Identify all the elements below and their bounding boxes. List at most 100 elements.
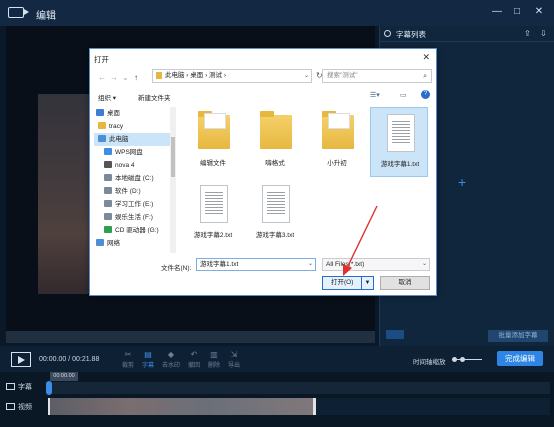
tool-crop[interactable]: ✂ 裁剪 (119, 350, 137, 369)
batch-add-subtitle-button[interactable]: 批量添加字幕 (488, 330, 548, 342)
search-icon: ⌕ (423, 73, 427, 80)
nav-item[interactable]: 学习工作 (E:) (94, 198, 172, 211)
subtitle-panel-title: 字幕列表 (396, 30, 426, 39)
file-item[interactable]: 游戏字幕3.txt (246, 179, 304, 249)
nav-item[interactable]: WPS网盘 (94, 146, 172, 159)
video-camera-icon (8, 7, 29, 18)
timeline-zoom-slider[interactable] (452, 357, 486, 362)
tool-label: 去水印 (162, 363, 181, 369)
cancel-button[interactable]: 取消 (380, 276, 430, 290)
nav-item[interactable]: 娱乐生活 (F:) (94, 211, 172, 224)
scissors-icon: ✂ (124, 350, 132, 359)
eraser-icon: ◆ (167, 350, 175, 359)
new-folder-button[interactable]: 新建文件夹 (138, 92, 171, 102)
timeline: 00:00.00 字幕 视频 (0, 372, 554, 427)
download-icon[interactable]: ⇩ (540, 29, 547, 38)
chevron-down-icon[interactable]: ⌄ (308, 259, 313, 270)
forward-arrow-icon[interactable]: → (110, 73, 118, 82)
open-button[interactable]: 打开(O) ▼ (322, 276, 374, 290)
dialog-title: 打开 (94, 55, 109, 64)
zoom-min-icon (452, 357, 457, 362)
dialog-close-button[interactable]: ✕ (422, 52, 430, 63)
play-button[interactable] (11, 352, 31, 367)
playhead-time: 00:00.00 (50, 372, 78, 381)
up-arrow-icon[interactable]: ↑ (134, 73, 138, 82)
filename-input[interactable]: 游戏字幕1.txt ⌄ (196, 258, 316, 271)
panel-small-button[interactable] (386, 330, 404, 339)
zoom-handle[interactable] (460, 357, 466, 362)
file-list: 编辑文件 嗨格式 小升初 游戏字幕1.txt 游戏字幕2.txt 游戏字幕3.txt (184, 107, 436, 253)
preview-pane-icon[interactable]: ▭ (400, 91, 407, 99)
subtitle-icon: ▤ (144, 350, 152, 359)
app-title: 编辑 (36, 11, 56, 22)
navigation-pane: 桌面 tracy 此电脑 WPS网盘 nova 4 本地磁盘 (C:) 软件 (D:) 学习工… (94, 107, 178, 253)
chevron-down-icon[interactable]: ⌄ (422, 259, 427, 270)
search-placeholder: 搜索"测试" (327, 72, 358, 79)
help-icon[interactable]: ? (421, 90, 430, 99)
text-file-icon (387, 114, 415, 152)
delete-icon: ▥ (210, 350, 218, 359)
open-file-dialog: 打开 ✕ ← → ⌄ ↑ 此电脑 › 桌面 › 测试 › ⌄ ↻ 搜索"测试" … (89, 48, 437, 296)
playhead-handle[interactable] (46, 381, 52, 395)
subtitle-track[interactable] (48, 382, 550, 394)
file-name: 编辑文件 (200, 160, 226, 167)
minimize-button[interactable]: — (490, 5, 504, 19)
track-label-text: 字幕 (18, 384, 32, 391)
finish-edit-button[interactable]: 完成编辑 (497, 351, 543, 366)
tool-subtitle[interactable]: ▤ 字幕 (139, 350, 157, 369)
nav-item[interactable]: tracy (94, 120, 172, 133)
address-bar[interactable]: 此电脑 › 桌面 › 测试 › ⌄ (152, 69, 312, 83)
nav-item-icon (104, 161, 112, 168)
tool-remove-watermark[interactable]: ◆ 去水印 (162, 350, 180, 369)
file-item[interactable]: 小升初 (308, 107, 366, 177)
chevron-down-icon[interactable]: ⌄ (304, 70, 309, 82)
tool-delete[interactable]: ▥ 删除 (205, 350, 223, 369)
nav-scrollbar-thumb[interactable] (171, 137, 175, 177)
nav-item-icon (96, 239, 104, 246)
folder-icon (156, 72, 162, 79)
undo-icon: ↶ (190, 350, 198, 359)
filetype-value: All Files(*.txt) (326, 261, 365, 268)
tool-export[interactable]: ⇲ 导出 (225, 350, 243, 369)
nav-item-icon (104, 200, 112, 207)
nav-item-label: 此电脑 (109, 136, 129, 143)
close-button[interactable]: ✕ (532, 5, 546, 19)
nav-item[interactable]: CD 驱动器 (G:) (94, 224, 172, 237)
add-subtitle-icon[interactable]: + (458, 174, 466, 190)
video-clip[interactable] (48, 398, 316, 415)
timeline-zoom-label: 时间轴缩放 (413, 359, 446, 366)
organize-menu[interactable]: 组织 ▾ (98, 92, 116, 102)
back-arrow-icon[interactable]: ← (98, 73, 106, 82)
nav-item[interactable]: 网络 (94, 237, 172, 250)
maximize-button[interactable]: □ (510, 5, 524, 19)
nav-item[interactable]: 软件 (D:) (94, 185, 172, 198)
view-options-icon[interactable]: ☰▾ (370, 91, 380, 99)
recent-chevron-icon[interactable]: ⌄ (122, 73, 129, 82)
radio-icon[interactable] (384, 30, 391, 37)
file-item[interactable]: 游戏字幕1.txt (370, 107, 428, 177)
search-input[interactable]: 搜索"测试" ⌕ (322, 69, 432, 83)
filename-value: 游戏字幕1.txt (200, 261, 239, 268)
filetype-select[interactable]: All Files(*.txt) ⌄ (322, 258, 430, 271)
nav-item[interactable]: 此电脑 (94, 133, 172, 146)
file-name: 小升初 (327, 160, 347, 167)
file-name: 游戏字幕1.txt (380, 161, 420, 168)
file-item[interactable]: 编辑文件 (184, 107, 242, 177)
nav-item[interactable]: 本地磁盘 (C:) (94, 172, 172, 185)
file-name: 嗨格式 (265, 160, 285, 167)
folder-icon (260, 111, 292, 149)
nav-item-label: 本地磁盘 (C:) (115, 175, 154, 182)
open-dropdown-icon[interactable]: ▼ (361, 277, 373, 289)
nav-item[interactable]: 桌面 (94, 107, 172, 120)
file-item[interactable]: 嗨格式 (246, 107, 304, 177)
folder-icon (198, 111, 230, 149)
nav-scrollbar[interactable] (170, 107, 176, 253)
tool-undo[interactable]: ↶ 撤回 (185, 350, 203, 369)
folder-icon (322, 111, 354, 149)
file-item[interactable]: 游戏字幕2.txt (184, 179, 242, 249)
upload-icon[interactable]: ⇪ (524, 29, 531, 38)
nav-item[interactable]: nova 4 (94, 159, 172, 172)
export-icon: ⇲ (230, 350, 238, 359)
nav-item-label: WPS网盘 (115, 149, 143, 156)
file-name: 游戏字幕3.txt (255, 232, 295, 239)
